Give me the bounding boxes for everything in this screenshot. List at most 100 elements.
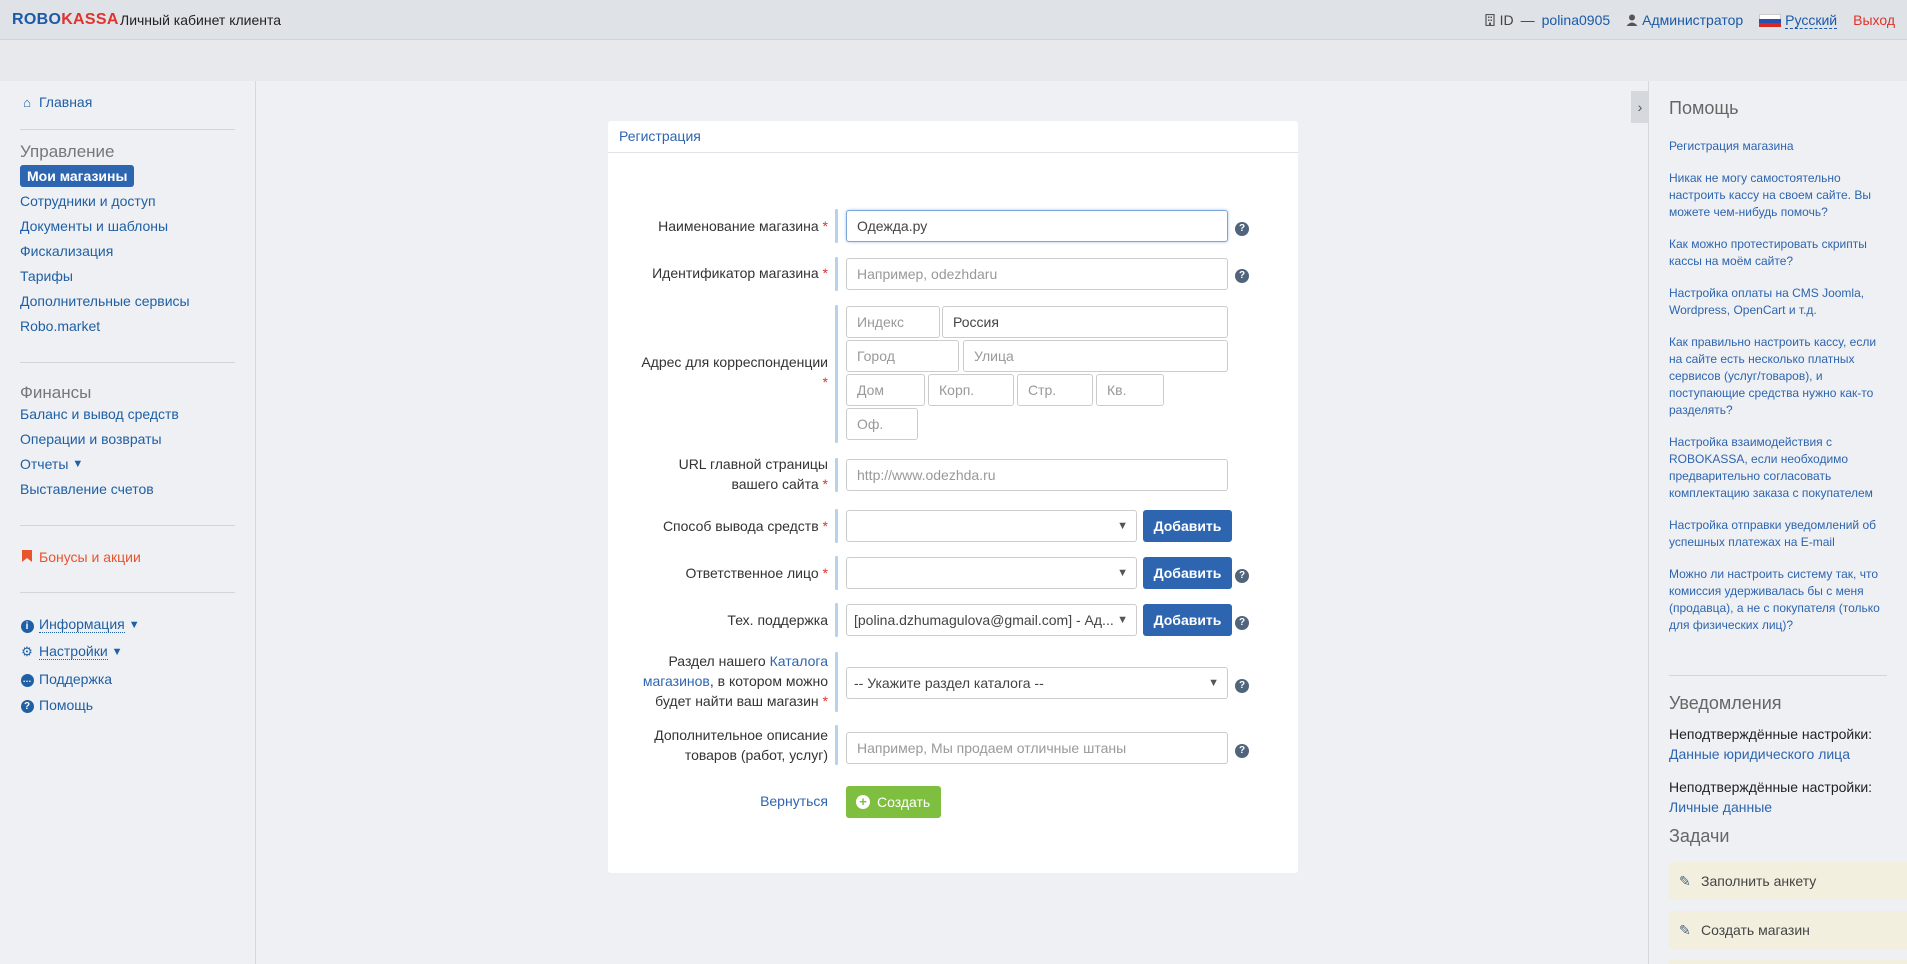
add-payout-button[interactable]: Добавить bbox=[1143, 510, 1232, 542]
address-flat-input[interactable]: Кв. bbox=[1096, 374, 1164, 406]
help-link[interactable]: Регистрация магазина bbox=[1669, 138, 1891, 155]
address-building-input[interactable]: Корп. bbox=[928, 374, 1014, 406]
add-responsible-button[interactable]: Добавить bbox=[1143, 557, 1232, 589]
role-link[interactable]: Администратор bbox=[1626, 12, 1743, 28]
question-icon[interactable]: ? bbox=[1235, 269, 1249, 283]
address-house-input[interactable]: Дом bbox=[846, 374, 925, 406]
back-link[interactable]: Вернуться bbox=[760, 791, 828, 811]
registration-card: Регистрация Наименование магазина * Одеж… bbox=[608, 121, 1298, 873]
add-support-button[interactable]: Добавить bbox=[1143, 604, 1232, 636]
address-structure-input[interactable]: Стр. bbox=[1017, 374, 1093, 406]
help-link[interactable]: Как можно протестировать скрипты кассы н… bbox=[1669, 236, 1891, 270]
shop-name-label-text: Наименование магазина bbox=[658, 218, 819, 234]
sidebar-item-extra-services[interactable]: Дополнительные сервисы bbox=[20, 293, 190, 309]
sidebar-item-tariffs[interactable]: Тарифы bbox=[20, 268, 73, 284]
description-input[interactable]: Например, Мы продаем отличные штаны bbox=[846, 732, 1228, 764]
catalog-link[interactable]: Каталога bbox=[770, 653, 828, 669]
support-label: Тех. поддержка bbox=[727, 612, 828, 628]
logout-link[interactable]: Выход bbox=[1853, 12, 1895, 28]
help-link[interactable]: Настройка отправки уведомлений об успешн… bbox=[1669, 517, 1891, 551]
caret-down-icon: ▼ bbox=[1117, 520, 1128, 532]
info-icon: i bbox=[20, 617, 34, 633]
sidebar-item-support[interactable]: … Поддержка bbox=[20, 670, 112, 687]
id-label: ID bbox=[1499, 12, 1514, 28]
required-mark: * bbox=[822, 374, 828, 390]
sidebar-item-reports[interactable]: Отчеты ▼ bbox=[20, 456, 83, 472]
address-street-input[interactable]: Улица bbox=[963, 340, 1228, 372]
question-icon[interactable]: ? bbox=[1235, 679, 1249, 693]
bookmark-icon bbox=[20, 549, 34, 565]
address-country-input[interactable]: Россия bbox=[942, 306, 1228, 338]
sidebar-item-invoices[interactable]: Выставление счетов bbox=[20, 481, 154, 497]
sidebar-item-fiscalization[interactable]: Фискализация bbox=[20, 243, 113, 259]
address-index-input[interactable]: Индекс bbox=[846, 306, 940, 338]
payout-select[interactable]: ▼ bbox=[846, 510, 1137, 542]
catalog-label-text: будет найти ваш магазин bbox=[655, 693, 819, 709]
pin-icon: ✎ bbox=[1679, 922, 1691, 938]
task-label: Заполнить анкету bbox=[1701, 873, 1817, 889]
catalog-link-cont[interactable]: магазинов bbox=[643, 673, 710, 689]
required-mark: * bbox=[822, 565, 828, 581]
required-mark: * bbox=[822, 218, 828, 234]
question-icon: ? bbox=[20, 697, 34, 713]
help-link[interactable]: Можно ли настроить систему так, что коми… bbox=[1669, 566, 1891, 634]
sidebar-item-robo-market[interactable]: Robo.market bbox=[20, 318, 100, 334]
question-icon[interactable]: ? bbox=[1235, 744, 1249, 758]
sidebar-item-settings[interactable]: ⚙ Настройки ▼ bbox=[20, 643, 123, 660]
task-fill-form[interactable]: ✎ Заполнить анкету bbox=[1669, 862, 1907, 900]
support-select-value: [polina.dzhumagulova@gmail.com] - Ад... bbox=[854, 612, 1114, 628]
user-icon bbox=[1626, 14, 1638, 26]
caret-down-icon: ▼ bbox=[111, 645, 123, 658]
required-mark: * bbox=[822, 693, 828, 709]
divider bbox=[1669, 675, 1887, 676]
divider bbox=[20, 129, 235, 130]
user-login-link[interactable]: polina0905 bbox=[1542, 12, 1611, 28]
shop-id-input[interactable]: Например, odezhdaru bbox=[846, 258, 1228, 290]
catalog-select[interactable]: -- Укажите раздел каталога -- ▼ bbox=[846, 667, 1228, 699]
create-button-label: Создать bbox=[877, 794, 931, 810]
sidebar-item-operations[interactable]: Операции и возвраты bbox=[20, 431, 162, 447]
sidebar-item-balance[interactable]: Баланс и вывод средств bbox=[20, 406, 179, 422]
card-title: Регистрация bbox=[619, 128, 701, 144]
question-icon[interactable]: ? bbox=[1235, 616, 1249, 630]
id-dash: — bbox=[1520, 12, 1535, 28]
help-link[interactable]: Никак не могу самостоятельно настроить к… bbox=[1669, 170, 1891, 221]
task-create-shop[interactable]: ✎ Создать магазин bbox=[1669, 911, 1907, 949]
divider bbox=[20, 525, 235, 526]
sidebar-item-label: Поддержка bbox=[39, 670, 113, 687]
catalog-label-line1: Раздел нашего Каталога bbox=[668, 651, 828, 671]
help-link[interactable]: Настройка взаимодействия с ROBOKASSA, ес… bbox=[1669, 434, 1891, 502]
responsible-select[interactable]: ▼ bbox=[846, 557, 1137, 589]
pin-icon: ✎ bbox=[1679, 873, 1691, 889]
sidebar-item-my-shops[interactable]: Мои магазины bbox=[20, 165, 135, 187]
logo-robo-text: ROBO bbox=[12, 11, 62, 28]
address-office-input[interactable]: Оф. bbox=[846, 408, 918, 440]
url-input[interactable]: http://www.odezhda.ru bbox=[846, 459, 1228, 491]
unconfirmed-legal-link[interactable]: Данные юридического лица bbox=[1669, 746, 1850, 762]
robokassa-logo[interactable]: ROBOKASSA bbox=[12, 11, 119, 29]
field-marker bbox=[835, 257, 838, 291]
help-link[interactable]: Как правильно настроить кассу, если на с… bbox=[1669, 334, 1891, 419]
create-button[interactable]: + Создать bbox=[846, 786, 942, 818]
question-icon[interactable]: ? bbox=[1235, 569, 1249, 583]
url-label-line2-text: вашего сайта bbox=[731, 476, 819, 492]
help-title: Помощь bbox=[1669, 98, 1739, 118]
sidebar-item-documents[interactable]: Документы и шаблоны bbox=[20, 218, 168, 234]
sidebar-item-bonuses[interactable]: Бонусы и акции bbox=[20, 549, 141, 565]
sidebar-item-employees[interactable]: Сотрудники и доступ bbox=[20, 193, 156, 209]
chat-icon: … bbox=[20, 670, 34, 687]
sidebar-item-help[interactable]: ? Помощь bbox=[20, 697, 93, 713]
sidebar-item-label: Помощь bbox=[39, 697, 94, 713]
shop-name-input[interactable]: Одежда.ру bbox=[846, 210, 1228, 242]
field-marker bbox=[835, 209, 838, 243]
help-link[interactable]: Настройка оплаты на CMS Joomla, Wordpres… bbox=[1669, 285, 1891, 319]
question-icon[interactable]: ? bbox=[1235, 222, 1249, 236]
support-select[interactable]: [polina.dzhumagulova@gmail.com] - Ад... … bbox=[846, 604, 1137, 636]
chevron-right-icon[interactable]: › bbox=[1631, 91, 1649, 123]
building-icon bbox=[1485, 14, 1495, 26]
unconfirmed-personal-link[interactable]: Личные данные bbox=[1669, 799, 1772, 815]
language-switch[interactable]: Русский bbox=[1759, 12, 1838, 29]
address-city-input[interactable]: Город bbox=[846, 340, 959, 372]
sidebar-item-home[interactable]: ⌂ Главная bbox=[20, 94, 92, 110]
sidebar-item-info[interactable]: i Информация ▼ bbox=[20, 616, 140, 633]
